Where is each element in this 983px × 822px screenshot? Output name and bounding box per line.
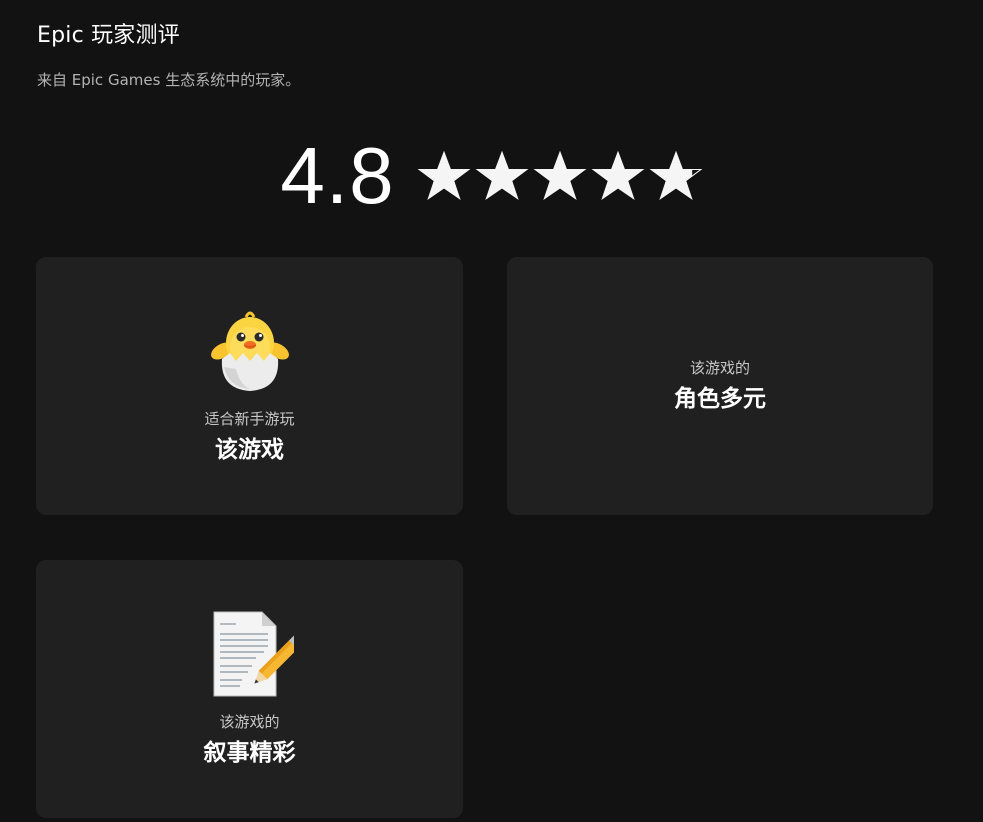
section-subtitle: 来自 Epic Games 生态系统中的玩家。 — [37, 71, 301, 89]
section-title: Epic 玩家测评 — [37, 23, 180, 48]
card-value: 叙事精彩 — [203, 740, 296, 766]
review-tag-card-story: 该游戏的 叙事精彩 — [36, 560, 463, 818]
star-icon — [591, 150, 645, 201]
overall-rating: 4.8 — [0, 134, 983, 218]
review-tag-card-characters: 该游戏的 角色多元 — [507, 257, 933, 515]
star-rating — [417, 149, 703, 203]
star-icon — [417, 150, 471, 201]
rating-score: 4.8 — [280, 131, 395, 220]
card-value: 该游戏 — [215, 437, 284, 463]
star-icon — [649, 150, 703, 201]
hatching-chick-icon — [210, 311, 289, 391]
star-icon — [475, 150, 529, 201]
card-label: 该游戏的 — [689, 359, 750, 377]
card-value: 角色多元 — [674, 386, 766, 412]
star-icon — [533, 150, 587, 201]
memo-pencil-icon — [213, 611, 294, 697]
card-label: 适合新手游玩 — [204, 410, 295, 428]
player-reviews-section: Epic 玩家测评 来自 Epic Games 生态系统中的玩家。 4.8 适合… — [0, 0, 983, 822]
card-label: 该游戏的 — [219, 713, 280, 731]
review-tag-card-beginner: 适合新手游玩 该游戏 — [36, 257, 463, 515]
